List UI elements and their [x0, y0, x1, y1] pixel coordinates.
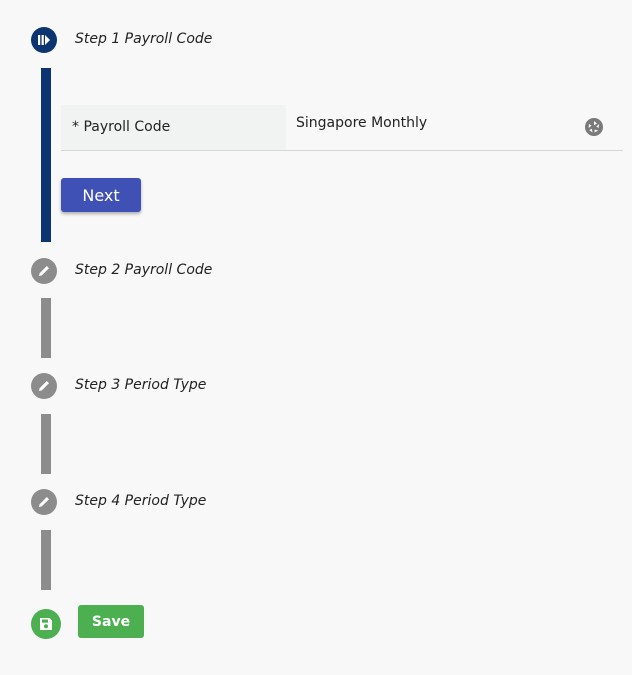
step-3-connector	[41, 414, 51, 474]
step-2-icon[interactable]	[31, 258, 57, 284]
step-3-label[interactable]: Step 3 Period Type	[75, 377, 206, 393]
stepper-form: Step 1 Payroll Code * Payroll Code Singa…	[0, 0, 632, 675]
stepper-icon	[38, 35, 50, 45]
save-button[interactable]: Save	[78, 605, 144, 638]
pencil-icon	[39, 381, 49, 391]
step-3-icon[interactable]	[31, 373, 57, 399]
payroll-code-value[interactable]: Singapore Monthly	[296, 115, 427, 131]
step-4-icon[interactable]	[31, 489, 57, 515]
payroll-code-label: * Payroll Code	[72, 119, 171, 135]
payroll-code-field: * Payroll Code Singapore Monthly	[61, 105, 623, 151]
payroll-code-label-cell: * Payroll Code	[61, 105, 286, 150]
aperture-icon[interactable]	[584, 117, 604, 137]
step-4-connector	[41, 530, 51, 590]
step-1-connector	[41, 68, 51, 242]
pencil-icon	[39, 266, 49, 276]
pencil-icon	[39, 497, 49, 507]
step-2-connector	[41, 298, 51, 358]
floppy-disk-icon	[40, 618, 52, 630]
next-button[interactable]: Next	[61, 178, 141, 212]
save-step-icon[interactable]	[31, 609, 61, 639]
step-1-icon[interactable]	[31, 27, 57, 53]
step-4-label[interactable]: Step 4 Period Type	[75, 493, 206, 509]
step-2-label[interactable]: Step 2 Payroll Code	[75, 262, 212, 278]
step-1-label[interactable]: Step 1 Payroll Code	[75, 31, 212, 47]
